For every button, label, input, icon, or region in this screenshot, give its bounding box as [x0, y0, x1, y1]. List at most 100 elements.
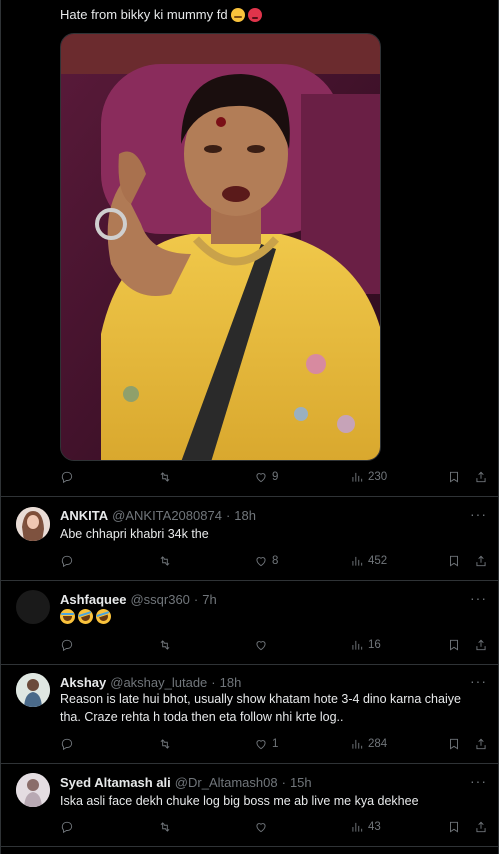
reply-header: ANKITA @ANKITA2080874 · 18h — [60, 508, 256, 523]
display-name[interactable]: ANKITA — [60, 508, 108, 523]
like-button[interactable] — [254, 636, 272, 654]
bookmark-icon — [450, 738, 458, 750]
views-chart-icon — [352, 556, 363, 566]
share-icon — [476, 639, 486, 651]
more-icon[interactable]: ··· — [470, 773, 487, 789]
retweet-icon — [160, 822, 170, 832]
user-handle[interactable]: @akshay_lutade — [110, 675, 207, 690]
reply-actions: 43 — [60, 818, 490, 836]
views-button[interactable]: 230 — [350, 468, 387, 486]
separator: · — [211, 675, 216, 690]
display-name[interactable]: Akshay — [60, 675, 106, 690]
timestamp[interactable]: 15h — [290, 775, 312, 790]
avatar[interactable] — [16, 773, 50, 807]
views-count: 230 — [368, 471, 388, 483]
bookmark-icon — [450, 639, 458, 651]
views-chart-icon — [352, 640, 363, 650]
heart-icon — [256, 641, 266, 651]
reply-icon — [61, 821, 73, 834]
views-count: 16 — [368, 639, 381, 651]
like-button[interactable] — [254, 818, 272, 836]
reply-button[interactable] — [60, 735, 74, 753]
retweet-button[interactable] — [158, 552, 172, 570]
divider — [0, 580, 499, 581]
rofl-emoji-icon — [76, 607, 95, 626]
share-button[interactable] — [474, 552, 488, 570]
heart-icon — [256, 473, 266, 483]
heart-icon — [256, 740, 266, 750]
retweet-button[interactable] — [158, 735, 172, 753]
retweet-icon — [160, 472, 170, 482]
views-button[interactable]: 43 — [350, 818, 381, 836]
thinking-face-emoji-icon — [230, 7, 245, 22]
retweet-icon — [160, 556, 170, 566]
bookmark-button[interactable] — [447, 636, 461, 654]
user-handle[interactable]: @ssqr360 — [130, 592, 189, 607]
reply-actions: 1 284 — [60, 735, 490, 753]
like-button[interactable]: 1 — [254, 735, 278, 753]
bookmark-button[interactable] — [447, 468, 461, 486]
reply-header: Ashfaquee @ssqr360 · 7h — [60, 592, 217, 607]
user-handle[interactable]: @ANKITA2080874 — [112, 508, 222, 523]
reply-button[interactable] — [60, 818, 74, 836]
retweet-icon — [160, 640, 170, 650]
reply-actions: 16 — [60, 636, 490, 654]
heart-icon — [256, 557, 266, 567]
timestamp[interactable]: 18h — [234, 508, 256, 523]
bookmark-button[interactable] — [447, 552, 461, 570]
woman-in-yellow-saree-image — [61, 34, 380, 460]
timestamp[interactable]: 18h — [220, 675, 242, 690]
share-button[interactable] — [474, 468, 488, 486]
retweet-button[interactable] — [158, 636, 172, 654]
reply-button[interactable] — [60, 636, 74, 654]
views-button[interactable]: 452 — [350, 552, 387, 570]
tweet-text: Hate from bikky ki mummy fd — [60, 7, 262, 22]
display-name[interactable]: Ashfaquee — [60, 592, 126, 607]
more-icon[interactable]: ··· — [470, 673, 487, 689]
reply-icon — [61, 738, 73, 751]
views-count: 43 — [368, 821, 381, 833]
display-name[interactable]: Syed Altamash ali — [60, 775, 171, 790]
reply-button[interactable] — [60, 552, 74, 570]
like-button[interactable]: 8 — [254, 552, 278, 570]
reply-header: Akshay @akshay_lutade · 18h — [60, 675, 241, 690]
avatar[interactable] — [16, 590, 50, 624]
reply-text: Reason is late hui bhot, usually show kh… — [60, 692, 461, 724]
reply-button[interactable] — [60, 468, 74, 486]
separator: · — [193, 592, 199, 607]
retweet-button[interactable] — [158, 468, 172, 486]
reply-emojis — [60, 607, 480, 626]
user-handle[interactable]: @Dr_Altamash08 — [175, 775, 278, 790]
divider — [0, 664, 499, 665]
divider — [0, 846, 499, 847]
share-button[interactable] — [474, 636, 488, 654]
more-icon[interactable]: ··· — [470, 506, 487, 522]
reply-header: Syed Altamash ali @Dr_Altamash08 · 15h — [60, 775, 312, 790]
share-icon — [476, 821, 486, 833]
views-chart-icon — [352, 472, 363, 482]
angry-face-emoji-icon — [247, 7, 262, 22]
tweet-actions: 9 230 — [60, 468, 490, 486]
bookmark-icon — [450, 471, 458, 483]
views-chart-icon — [352, 739, 363, 749]
laughing-tears-emoji-icon — [60, 609, 75, 624]
bookmark-button[interactable] — [447, 818, 461, 836]
share-button[interactable] — [474, 735, 488, 753]
reply-icon — [61, 639, 73, 652]
avatar[interactable] — [16, 507, 50, 541]
bookmark-button[interactable] — [447, 735, 461, 753]
retweet-button[interactable] — [158, 818, 172, 836]
more-icon[interactable]: ··· — [470, 590, 487, 606]
share-button[interactable] — [474, 818, 488, 836]
tweet-media-image[interactable] — [60, 33, 381, 461]
views-count: 452 — [368, 555, 388, 567]
retweet-icon — [160, 739, 170, 749]
timestamp[interactable]: 7h — [202, 592, 216, 607]
views-button[interactable]: 284 — [350, 735, 387, 753]
like-count: 1 — [272, 738, 279, 750]
avatar[interactable] — [16, 673, 50, 707]
like-button[interactable]: 9 — [254, 468, 278, 486]
views-button[interactable]: 16 — [350, 636, 381, 654]
reply-actions: 8 452 — [60, 552, 490, 570]
bookmark-icon — [450, 555, 458, 567]
